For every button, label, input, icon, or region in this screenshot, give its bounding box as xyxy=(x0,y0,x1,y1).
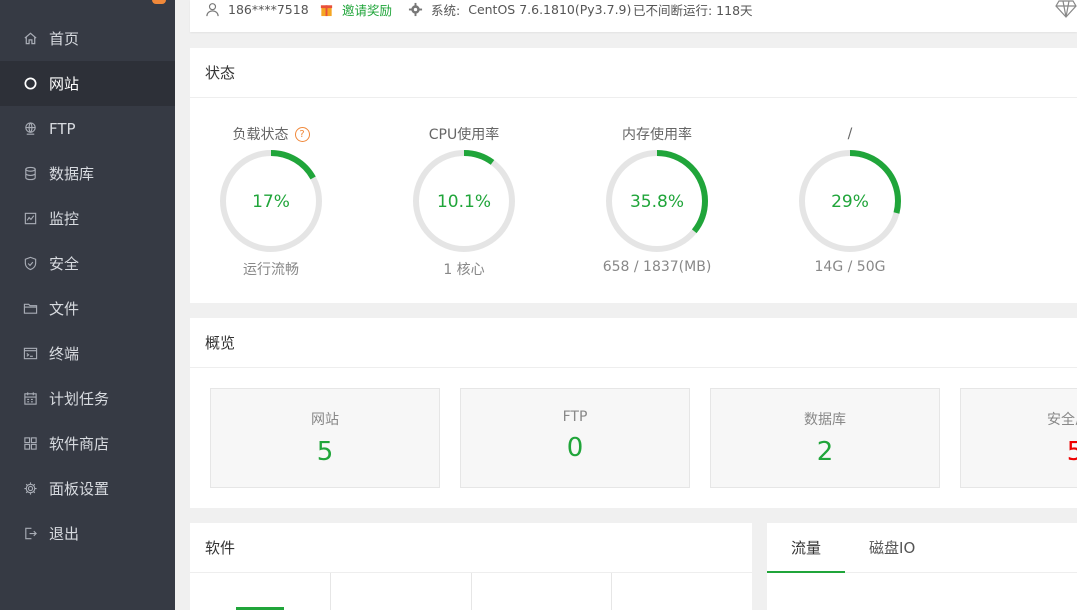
overview-card-ftp[interactable]: FTP 0 xyxy=(460,388,690,488)
gauge-disk[interactable]: / 29% 14G / 50G xyxy=(770,125,930,275)
sidebar-item-settings[interactable]: 面板设置 xyxy=(0,466,175,511)
tab-disk-io[interactable]: 磁盘IO xyxy=(845,523,939,573)
sidebar-item-files[interactable]: 文件 xyxy=(0,286,175,331)
overview-title: 概览 xyxy=(190,318,1077,368)
sidebar-item-database[interactable]: 数据库 xyxy=(0,151,175,196)
sidebar-item-security[interactable]: 安全 xyxy=(0,241,175,286)
calendar-icon xyxy=(23,391,38,406)
sidebar-item-label: 文件 xyxy=(49,300,80,318)
software-panel: 软件 xyxy=(190,523,752,610)
user-icon xyxy=(206,2,219,16)
card-label: 网站 xyxy=(311,412,339,428)
sidebar-item-label: 首页 xyxy=(49,30,80,48)
sidebar-item-label: 退出 xyxy=(49,525,80,543)
gauge-value: 35.8% xyxy=(630,192,684,212)
sidebar-item-home[interactable]: 首页 xyxy=(0,16,175,61)
home-icon xyxy=(23,31,38,46)
overview-panel: 概览 网站 5 FTP 0 数据库 2 安全风险 5 xyxy=(190,318,1077,508)
card-value: 5 xyxy=(1066,437,1077,467)
divider xyxy=(471,573,472,610)
system-info: 系统: CentOS 7.6.1810(Py3.7.9) xyxy=(408,0,631,18)
gauge-load[interactable]: 负载状态? 17% 运行流畅 xyxy=(191,125,351,279)
user-info[interactable]: 186****7518 xyxy=(205,0,309,18)
gauge-memory[interactable]: 内存使用率 35.8% 658 / 1837(MB) xyxy=(577,125,737,275)
terminal-icon xyxy=(23,346,38,361)
software-title: 软件 xyxy=(190,523,752,573)
sidebar-item-terminal[interactable]: 终端 xyxy=(0,331,175,376)
notification-badge xyxy=(152,0,166,4)
gauge-sub: 1 核心 xyxy=(443,262,485,278)
gauge-ring: 29% xyxy=(799,150,901,252)
traffic-panel: 流量 磁盘IO xyxy=(767,523,1077,610)
gear-icon xyxy=(408,2,423,16)
card-value: 0 xyxy=(566,433,584,463)
system-label: 系统: xyxy=(431,2,461,18)
gauge-ring: 35.8% xyxy=(606,150,708,252)
card-label: FTP xyxy=(562,409,588,425)
gauge-title: CPU使用率 xyxy=(428,127,500,143)
grid-icon xyxy=(23,436,38,451)
sidebar-item-label: 安全 xyxy=(49,255,80,273)
gauge-title: 负载状态 xyxy=(232,127,289,143)
sidebar: 首页 网站 FTP 数据库 监控 安全 文件 终端 计划任务 软件商店 面板设置 xyxy=(0,0,175,610)
sidebar-item-label: 计划任务 xyxy=(49,390,110,408)
gauge-value: 17% xyxy=(252,192,290,212)
gauge-title: / xyxy=(847,126,853,142)
gauge-cpu[interactable]: CPU使用率 10.1% 1 核心 xyxy=(384,125,544,279)
sidebar-item-store[interactable]: 软件商店 xyxy=(0,421,175,466)
gear-icon xyxy=(23,481,38,496)
sidebar-item-logout[interactable]: 退出 xyxy=(0,511,175,556)
uptime: 已不间断运行: 118天 xyxy=(633,2,753,18)
vip-icon[interactable] xyxy=(1055,0,1077,18)
user-phone: 186****7518 xyxy=(228,1,309,17)
system-value: CentOS 7.6.1810(Py3.7.9) xyxy=(468,1,632,17)
overview-card-website[interactable]: 网站 5 xyxy=(210,388,440,488)
sidebar-item-label: 软件商店 xyxy=(49,435,110,453)
card-label: 安全风险 xyxy=(1047,412,1077,428)
top-bar: 186****7518 邀请奖励 系统: CentOS 7.6.1810(Py3… xyxy=(190,0,1077,32)
invite-reward-link[interactable]: 邀请奖励 xyxy=(319,0,392,18)
sidebar-item-ftp[interactable]: FTP xyxy=(0,106,175,151)
card-label: 数据库 xyxy=(804,412,846,428)
gauge-title: 内存使用率 xyxy=(622,127,692,143)
sidebar-item-label: 数据库 xyxy=(49,165,95,183)
divider xyxy=(330,573,331,610)
monitor-icon xyxy=(23,211,38,226)
gauge-sub: 14G / 50G xyxy=(814,259,886,275)
database-icon xyxy=(23,166,38,181)
card-value: 5 xyxy=(316,437,334,467)
gauge-sub: 运行流畅 xyxy=(243,262,299,278)
sidebar-item-cron[interactable]: 计划任务 xyxy=(0,376,175,421)
sidebar-item-label: 监控 xyxy=(49,210,80,228)
sidebar-item-label: 网站 xyxy=(49,75,80,93)
sidebar-item-monitor[interactable]: 监控 xyxy=(0,196,175,241)
gauge-value: 29% xyxy=(831,192,869,212)
globe-icon xyxy=(23,76,38,91)
ftp-icon xyxy=(23,121,38,136)
status-title: 状态 xyxy=(190,48,1077,98)
divider xyxy=(611,573,612,610)
sidebar-item-label: 终端 xyxy=(49,345,80,363)
tab-traffic[interactable]: 流量 xyxy=(767,523,846,573)
overview-card-database[interactable]: 数据库 2 xyxy=(710,388,940,488)
logout-icon xyxy=(23,526,38,541)
shield-icon xyxy=(23,256,38,271)
gauge-value: 10.1% xyxy=(437,192,491,212)
gauge-sub: 658 / 1837(MB) xyxy=(602,259,712,275)
overview-card-security-risk[interactable]: 安全风险 5 xyxy=(960,388,1077,488)
help-icon[interactable]: ? xyxy=(294,126,310,142)
sidebar-item-website[interactable]: 网站 xyxy=(0,61,175,106)
sidebar-item-label: 面板设置 xyxy=(49,480,110,498)
gift-icon xyxy=(320,4,333,16)
status-panel: 状态 负载状态? 17% 运行流畅 CPU使用率 10.1% 1 核心 内存使用… xyxy=(190,48,1077,303)
invite-reward-label: 邀请奖励 xyxy=(342,2,393,18)
card-value: 2 xyxy=(816,437,834,467)
folder-icon xyxy=(23,301,38,316)
sidebar-item-label: FTP xyxy=(49,119,76,138)
gauge-ring: 17% xyxy=(220,150,322,252)
gauge-ring: 10.1% xyxy=(413,150,515,252)
